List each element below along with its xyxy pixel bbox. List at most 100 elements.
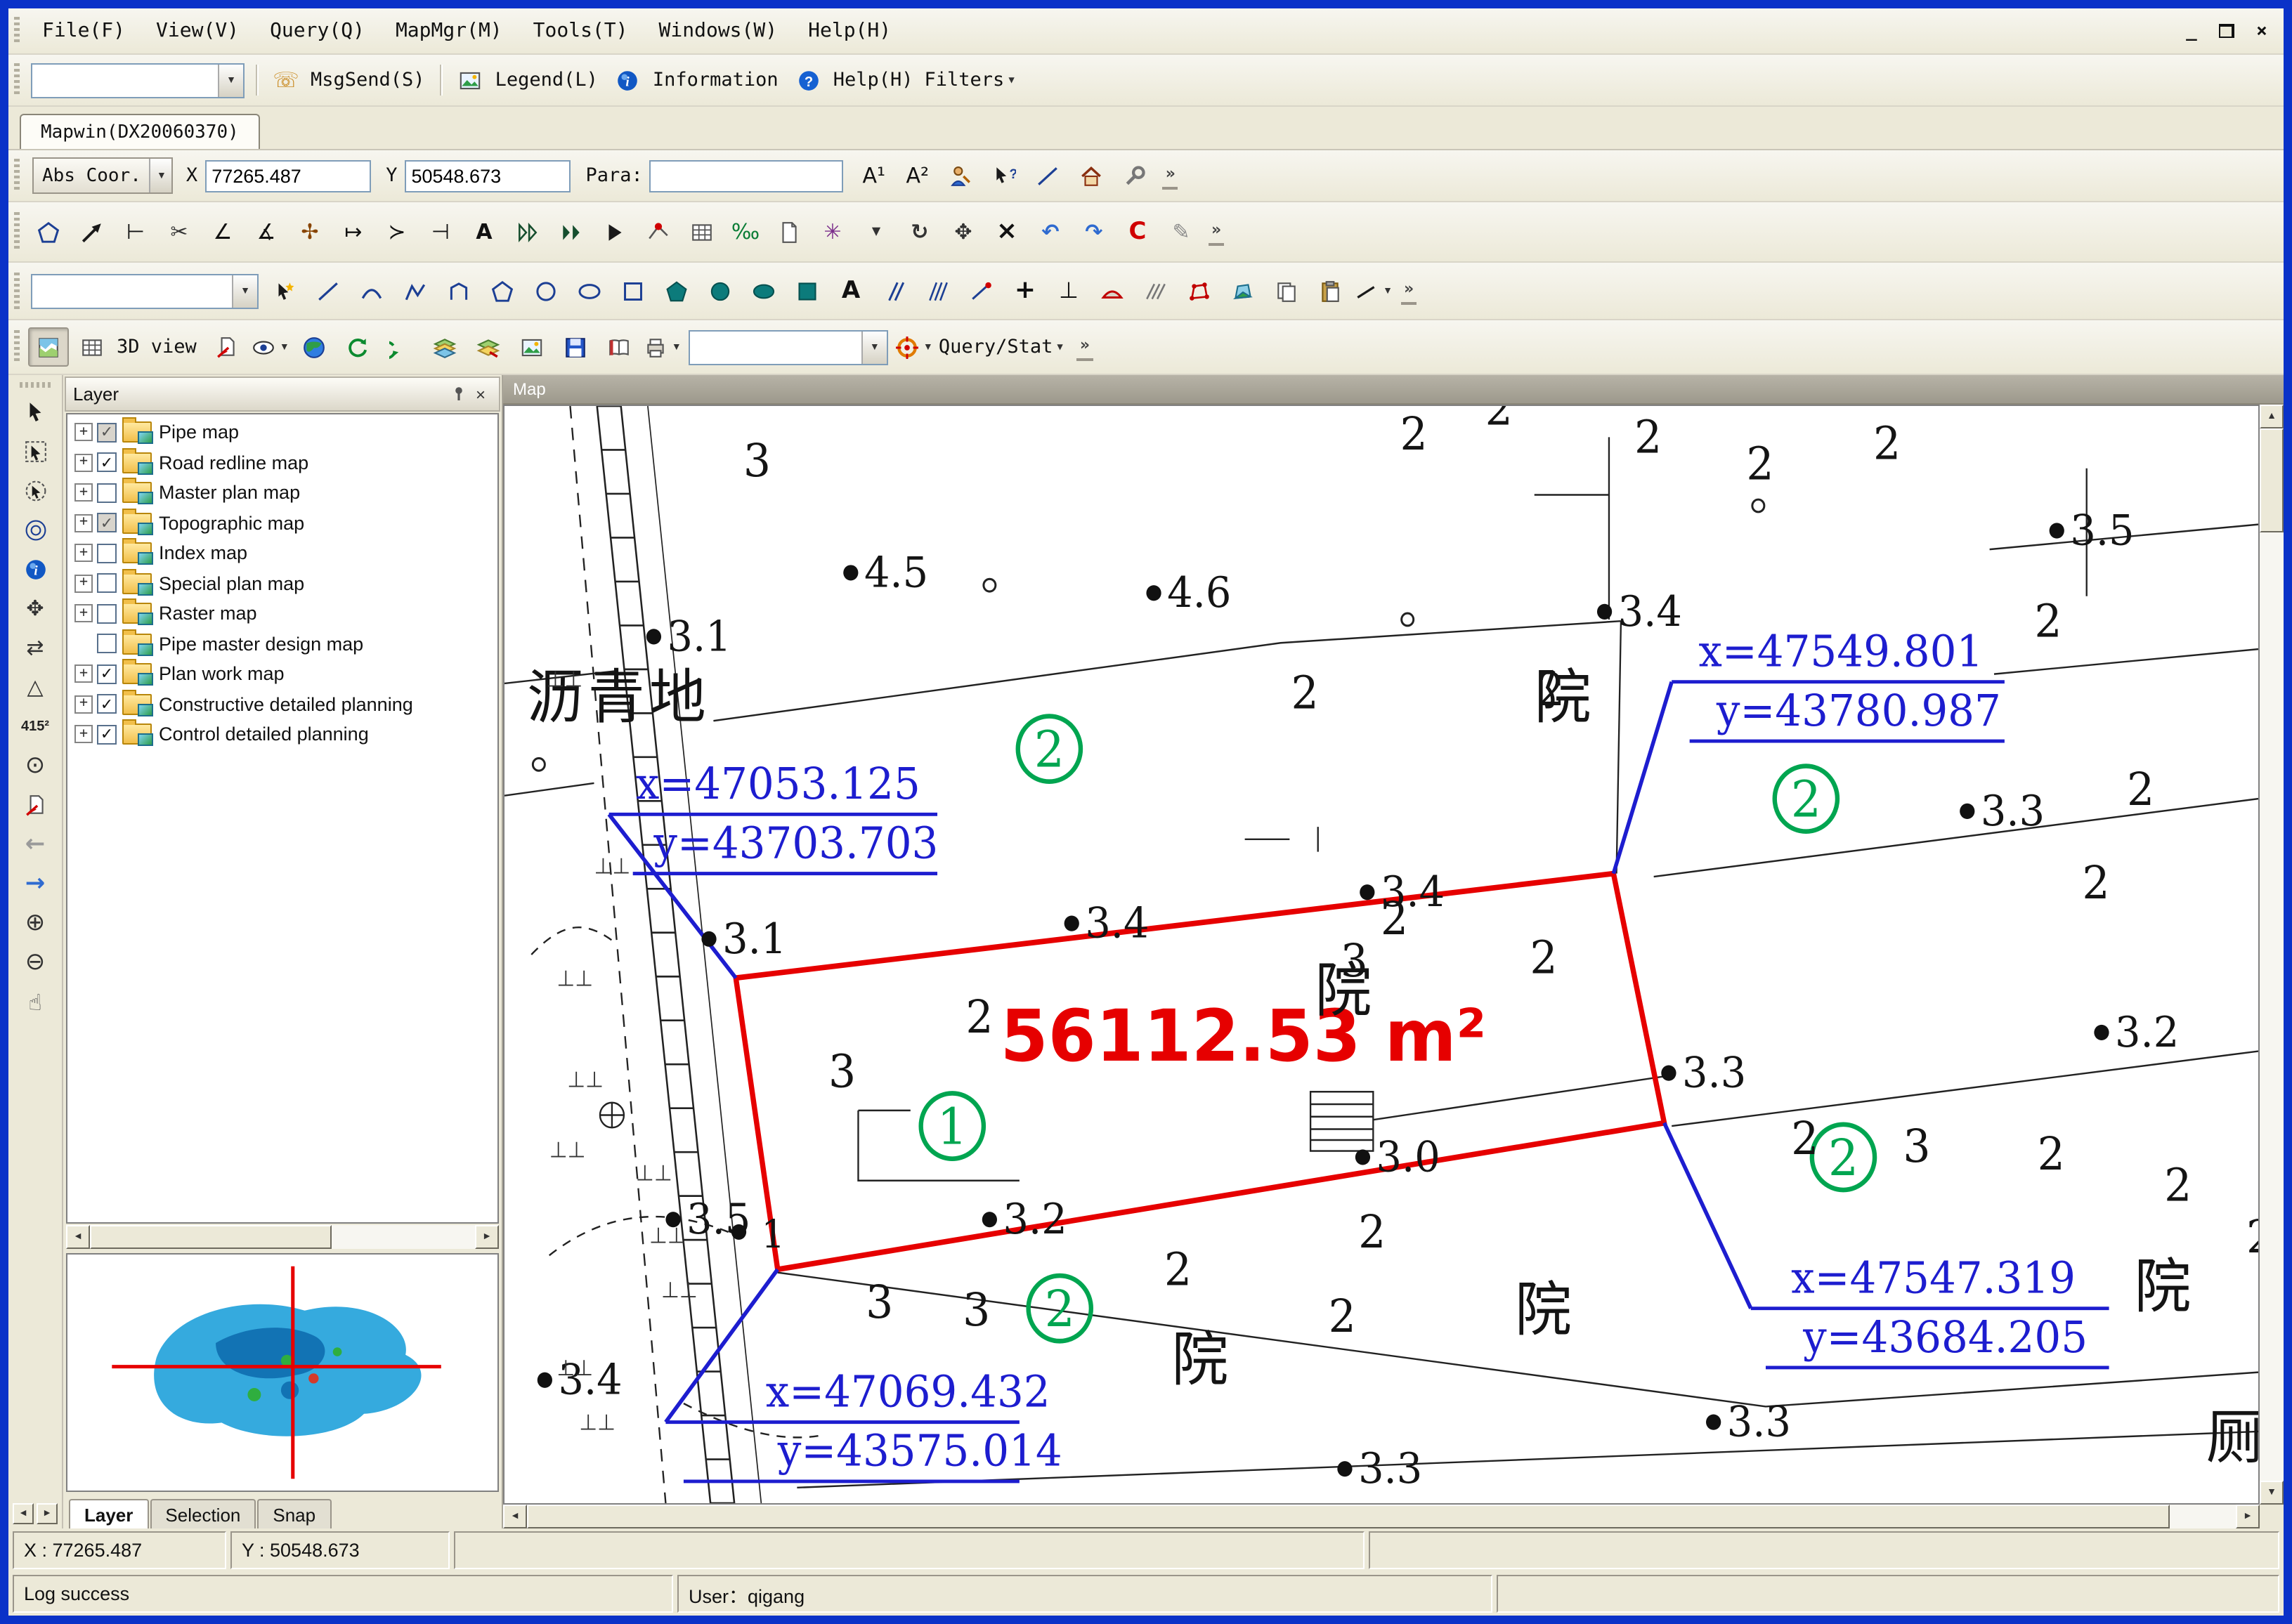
restore-button[interactable] [2212,18,2241,44]
layer-label[interactable]: Plan work map [159,664,285,685]
close-button[interactable]: × [2247,18,2277,44]
expand-icon[interactable]: + [74,454,93,472]
information-label[interactable]: Information [653,69,779,91]
layer-label[interactable]: Constructive detailed planning [159,694,413,715]
select-box-icon[interactable] [14,433,56,471]
coord-mode-combo[interactable]: Abs Coor. ▼ [32,157,174,194]
pointer-icon[interactable] [14,393,56,431]
strip-scroll-right-icon[interactable]: ► [37,1503,58,1524]
expand-icon[interactable]: + [74,514,93,532]
help-label[interactable]: Help(H) [833,69,913,91]
export-doc-icon[interactable] [14,787,56,825]
scroll-thumb[interactable] [90,1225,332,1249]
legend-icon[interactable] [450,60,491,100]
step-outline-icon[interactable] [507,212,548,251]
expand-icon[interactable]: + [74,665,93,683]
y-coordinate-input[interactable] [404,159,570,192]
clock-icon[interactable]: ⊙ [14,747,56,785]
polyline-icon[interactable] [395,271,436,310]
grid-edit-icon[interactable] [682,212,722,251]
style-combo-input[interactable] [32,275,232,307]
document-tab[interactable]: Mapwin(DX20060370) [20,114,260,149]
ellipse-filled-icon[interactable] [743,271,784,310]
globe-icon[interactable] [294,327,334,367]
open-polygon-icon[interactable] [438,271,479,310]
polygon-fill-icon[interactable] [1223,271,1263,310]
layer-checkbox[interactable] [97,483,117,503]
chevron-down-icon[interactable]: ▼ [861,331,887,363]
layer-checkbox[interactable]: ✓ [97,513,117,533]
layer-label[interactable]: Pipe map [159,422,239,443]
extend-line-icon[interactable]: ↦ [333,212,374,251]
multi-lines-icon[interactable] [918,271,958,310]
layers-edit-icon[interactable] [468,327,509,367]
layer-checkbox[interactable]: ✓ [97,725,117,745]
scroll-up-icon[interactable]: ▲ [2260,405,2284,428]
layer-label[interactable]: Special plan map [159,573,304,594]
select-ring-icon[interactable] [14,511,56,549]
pan-hand-icon[interactable]: ☝ [14,983,56,1021]
print-icon[interactable]: ▼ [642,327,683,367]
layer-checkbox[interactable]: ✓ [97,664,117,684]
select-flash-icon[interactable] [264,271,305,310]
cursor-query-icon[interactable]: ? [984,156,1025,195]
trim-line-icon[interactable]: ≻ [377,212,417,251]
expand-icon[interactable]: + [74,605,93,623]
scroll-left-icon[interactable]: ◄ [66,1225,90,1249]
move-anchor-icon[interactable]: ✥ [14,590,56,628]
line-style-icon[interactable]: ▼ [1353,271,1394,310]
scale-combo-input[interactable] [690,331,861,363]
shapes-overflow-chevron[interactable]: » [1401,277,1417,305]
expand-icon[interactable]: + [74,424,93,442]
tool-wrench-icon[interactable] [1115,156,1156,195]
ellipse-outline-icon[interactable] [569,271,610,310]
line-node-icon[interactable] [961,271,1002,310]
cross-plus-icon[interactable]: + [1005,271,1046,310]
scroll-thumb[interactable] [527,1505,2170,1528]
back-arrow-icon[interactable]: ← [14,826,56,864]
mound-icon[interactable] [1092,271,1133,310]
angle-mark-icon[interactable]: ∡ [246,212,287,251]
scroll-thumb[interactable] [2260,428,2284,532]
pick-triangle-icon[interactable] [594,212,635,251]
scale-combo[interactable]: ▼ [689,329,888,365]
tab-layer[interactable]: Layer [69,1499,148,1528]
help-icon[interactable]: ? [788,60,829,100]
sheet-icon[interactable] [769,212,809,251]
layer-checkbox[interactable]: ✓ [97,695,117,714]
menu-help[interactable]: Help(H) [793,20,906,42]
text-a-icon[interactable]: A [831,271,871,310]
menu-query[interactable]: Query(Q) [254,20,380,42]
map-vertical-scrollbar[interactable]: ▲ ▼ [2260,405,2284,1505]
label-style-a2-icon[interactable]: A² [897,156,938,195]
area-measure-icon[interactable]: 415² [14,708,56,746]
cut-line-icon[interactable]: ✂ [159,212,200,251]
map-horizontal-scrollbar[interactable]: ◄ ► [503,1505,2284,1528]
angle-draw-icon[interactable]: ∠ [202,212,243,251]
strip-scroll-left-icon[interactable]: ◄ [13,1503,34,1524]
view-3d-label[interactable]: 3D view [117,336,197,358]
polygon-nodes-icon[interactable] [1179,271,1220,310]
edit-node-icon[interactable]: ⊢ [115,212,156,251]
expand-icon[interactable]: + [74,695,93,714]
layer-label[interactable]: Topographic map [159,513,304,534]
layer-checkbox[interactable] [97,604,117,624]
swap-offset-icon[interactable]: ⇄ [14,629,56,667]
star-tool-icon[interactable]: ✳ [812,212,853,251]
layer-horizontal-scrollbar[interactable]: ◄ ► [66,1225,499,1249]
map-image-icon[interactable] [512,327,552,367]
menu-tools[interactable]: Tools(T) [518,20,644,42]
break-line-icon[interactable]: ⊣ [420,212,461,251]
more-drop-icon[interactable]: ▼ [856,212,897,251]
profile-triangle-icon[interactable]: △ [14,669,56,707]
layer-checkbox[interactable] [97,544,117,563]
menu-windows[interactable]: Windows(W) [644,20,793,42]
parallel-lines-icon[interactable] [874,271,915,310]
information-icon[interactable]: i [608,60,649,100]
scroll-down-icon[interactable]: ▼ [2260,1481,2284,1505]
grid-view-icon[interactable] [72,327,112,367]
overview-map[interactable] [66,1253,499,1492]
circle-filled-icon[interactable] [700,271,741,310]
para-input[interactable] [650,159,844,192]
forward-arrow-icon[interactable]: → [14,865,56,903]
